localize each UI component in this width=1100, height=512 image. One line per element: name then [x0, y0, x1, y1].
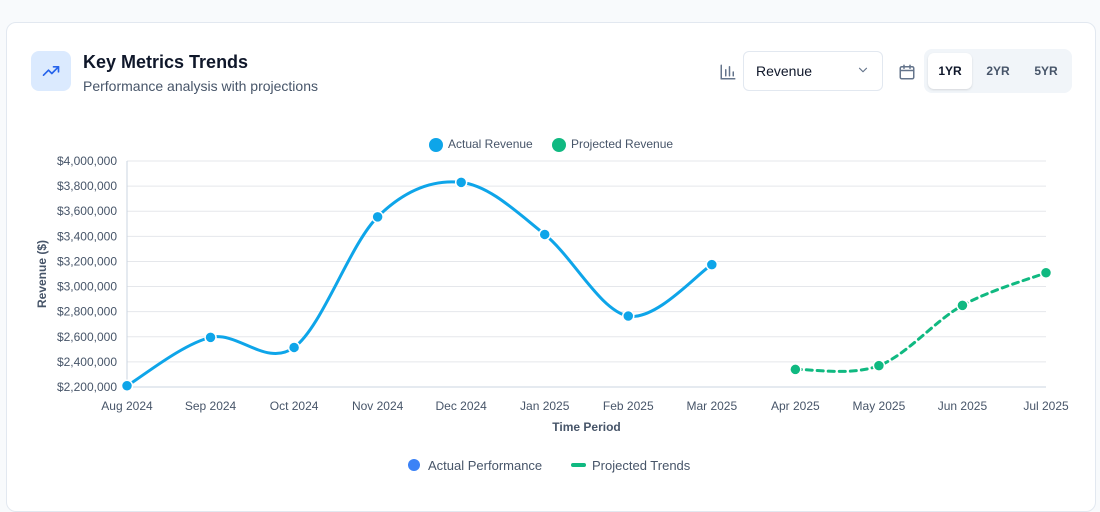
y-tick-label: $4,000,000	[57, 154, 117, 168]
x-tick-label: Sep 2024	[185, 399, 237, 413]
legend-swatch-actual	[429, 138, 443, 152]
x-tick-label: Jan 2025	[520, 399, 570, 413]
x-tick-label: Dec 2024	[435, 399, 487, 413]
legend-swatch-actual-performance	[408, 459, 420, 471]
y-tick-label: $2,600,000	[57, 330, 117, 344]
y-tick-label: $3,600,000	[57, 204, 117, 218]
x-tick-label: May 2025	[853, 399, 906, 413]
y-tick-label: $3,000,000	[57, 280, 117, 294]
legend-label-projected-trends: Projected Trends	[592, 458, 691, 473]
x-tick-label: Apr 2025	[771, 399, 820, 413]
x-tick-label: Aug 2024	[101, 399, 153, 413]
projected-data-point	[872, 359, 886, 372]
actual-data-point	[538, 228, 551, 241]
projected-revenue-line	[793, 271, 1048, 373]
y-axis-title: Revenue ($)	[35, 240, 49, 308]
legend-label-actual-performance: Actual Performance	[428, 458, 542, 473]
x-tick-label: Mar 2025	[686, 399, 737, 413]
x-tick-label: Jul 2025	[1023, 399, 1069, 413]
x-tick-label: Feb 2025	[603, 399, 654, 413]
actual-data-point	[371, 210, 384, 224]
y-tick-label: $2,400,000	[57, 355, 117, 369]
actual-data-point	[454, 176, 468, 189]
actual-data-point	[705, 258, 719, 271]
legend-swatch-projected	[552, 138, 566, 152]
x-axis-title: Time Period	[552, 420, 620, 434]
projected-data-point	[789, 363, 802, 376]
projected-data-point	[956, 299, 969, 312]
y-tick-label: $3,400,000	[57, 229, 117, 243]
projected-data-point	[1039, 266, 1053, 279]
legend-label-actual: Actual Revenue	[448, 137, 533, 151]
actual-data-point	[120, 379, 134, 392]
x-tick-label: Jun 2025	[938, 399, 988, 413]
x-tick-label: Oct 2024	[270, 399, 319, 413]
y-tick-label: $2,800,000	[57, 305, 117, 319]
revenue-line-chart: $2,200,000 $2,400,000 $2,600,000 $2,800,000…	[35, 137, 1069, 473]
actual-data-point	[287, 341, 301, 354]
y-tick-label: $3,200,000	[57, 254, 117, 268]
actual-data-point	[622, 309, 635, 323]
legend-label-projected: Projected Revenue	[571, 137, 673, 151]
x-tick-label: Nov 2024	[352, 399, 404, 413]
y-tick-label: $2,200,000	[57, 380, 117, 394]
actual-revenue-line	[125, 180, 714, 388]
actual-data-point	[204, 331, 217, 344]
y-tick-label: $3,800,000	[57, 179, 117, 193]
